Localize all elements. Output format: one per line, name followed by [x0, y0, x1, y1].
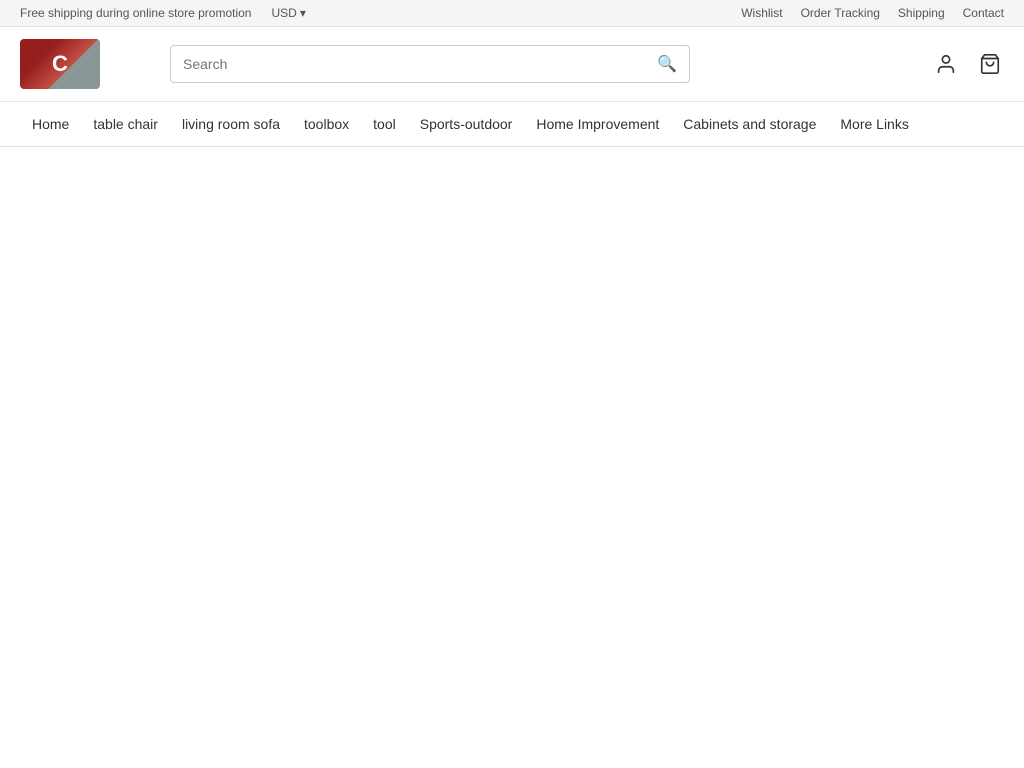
free-shipping-label: Free shipping during online store promot…	[20, 6, 251, 20]
logo-area[interactable]	[20, 39, 150, 89]
product-section	[507, 490, 517, 750]
top-bar: Free shipping during online store promot…	[0, 0, 1024, 27]
main-nav: Home table chair living room sofa toolbo…	[0, 102, 1024, 147]
site-logo[interactable]	[20, 39, 100, 89]
main-content	[507, 460, 517, 750]
currency-label: USD	[271, 6, 296, 20]
currency-selector[interactable]: USD ▾	[271, 6, 305, 20]
nav-cabinets-storage[interactable]: Cabinets and storage	[671, 102, 828, 146]
cart-icon[interactable]	[976, 50, 1004, 78]
top-bar-right: Wishlist Order Tracking Shipping Contact	[741, 6, 1004, 20]
shipping-link[interactable]: Shipping	[898, 6, 945, 20]
account-icon[interactable]	[932, 50, 960, 78]
order-tracking-link[interactable]: Order Tracking	[801, 6, 880, 20]
search-input[interactable]	[183, 56, 657, 72]
currency-chevron-down-icon: ▾	[300, 6, 306, 20]
nav-toolbox[interactable]: toolbox	[292, 102, 361, 146]
nav-home-improvement[interactable]: Home Improvement	[524, 102, 671, 146]
nav-tool[interactable]: tool	[361, 102, 408, 146]
nav-more-links[interactable]: More Links	[828, 102, 920, 146]
wishlist-link[interactable]: Wishlist	[741, 6, 782, 20]
site-header: 🔍	[0, 27, 1024, 102]
header-icons	[932, 50, 1004, 78]
nav-living-room-sofa[interactable]: living room sofa	[170, 102, 292, 146]
contact-link[interactable]: Contact	[963, 6, 1004, 20]
nav-home[interactable]: Home	[20, 102, 81, 146]
nav-table-chair[interactable]: table chair	[81, 102, 170, 146]
top-bar-left: Free shipping during online store promot…	[20, 6, 306, 20]
search-bar[interactable]: 🔍	[170, 45, 690, 83]
search-icon[interactable]: 🔍	[657, 54, 677, 74]
nav-sports-outdoor[interactable]: Sports-outdoor	[408, 102, 525, 146]
